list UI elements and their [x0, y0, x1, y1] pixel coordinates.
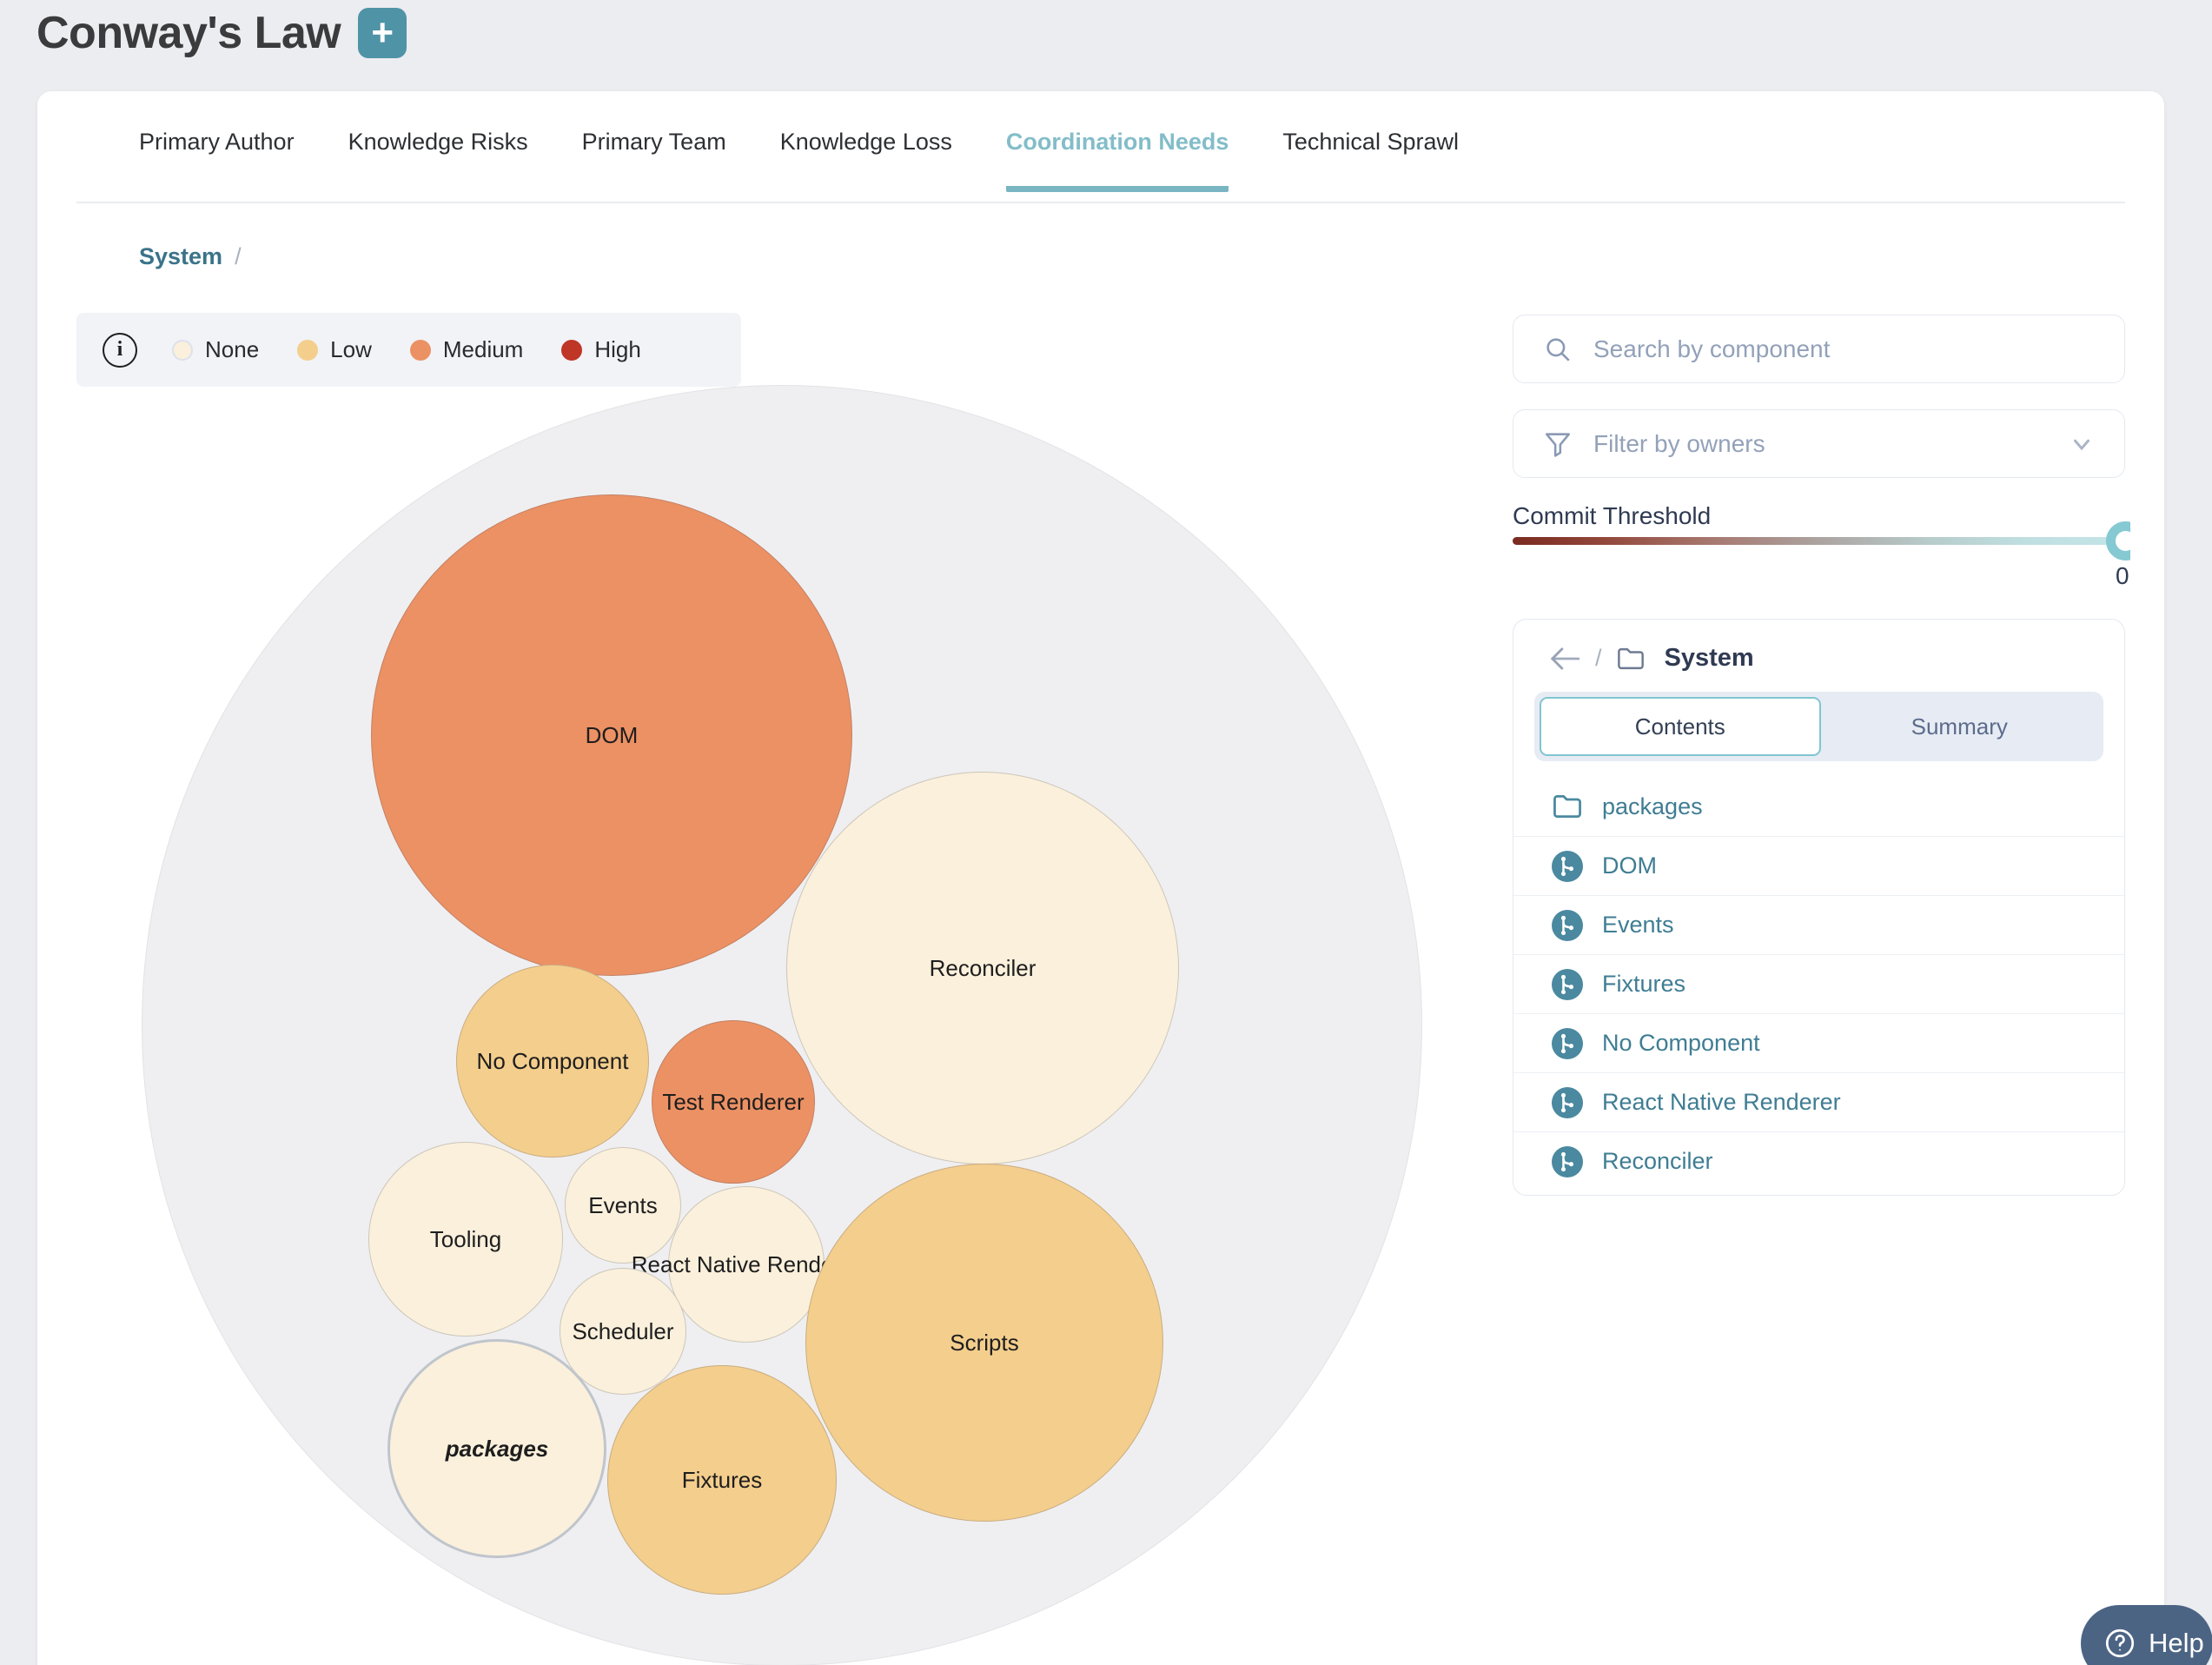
panel-breadcrumb-separator: /	[1595, 645, 1602, 672]
legend-item-low: Low	[297, 336, 372, 363]
collapse-left-icon[interactable]	[1548, 646, 1581, 672]
bubble-dom[interactable]: DOM	[371, 494, 852, 976]
panel-row-events[interactable]: Events	[1513, 895, 2124, 954]
help-label: Help	[2149, 1628, 2204, 1659]
panel-row-fixtures[interactable]: Fixtures	[1513, 954, 2124, 1013]
bubble-label: Test Renderer	[662, 1089, 804, 1116]
legend-bar: i None Low Medium High	[76, 313, 741, 387]
funnel-icon	[1543, 429, 1573, 459]
bubble-label: Events	[588, 1192, 658, 1219]
panel-tab-bar: ContentsSummary	[1534, 692, 2103, 761]
bubble-label: Scripts	[950, 1330, 1018, 1357]
panel-tab-summary[interactable]: Summary	[1821, 697, 2099, 756]
legend-dot-high	[561, 340, 582, 361]
bubble-fixtures[interactable]: Fixtures	[607, 1365, 837, 1595]
component-icon	[1552, 969, 1583, 1000]
panel-row-react-native-renderer[interactable]: React Native Renderer	[1513, 1072, 2124, 1131]
panel-row-label: No Component	[1602, 1030, 1760, 1057]
bubble-label: No Component	[477, 1048, 629, 1075]
component-icon	[1552, 851, 1583, 882]
help-icon	[2103, 1627, 2136, 1660]
bubble-no-component[interactable]: No Component	[456, 965, 649, 1158]
legend-dot-none	[172, 340, 193, 361]
bubble-events[interactable]: Events	[565, 1147, 681, 1264]
search-box[interactable]: Search by component	[1513, 315, 2125, 383]
bubble-label: packages	[446, 1436, 549, 1463]
panel-title: System	[1665, 644, 1754, 673]
panel-row-label: React Native Renderer	[1602, 1089, 1841, 1116]
component-icon	[1552, 910, 1583, 941]
bubble-react-native-renderer[interactable]: React Native Renderer	[668, 1186, 825, 1343]
panel-row-label: Events	[1602, 912, 1674, 939]
panel-contents-list: packages DOM Events Fixtures No Component Rea…	[1513, 777, 2124, 1191]
bubble-tooling[interactable]: Tooling	[368, 1142, 563, 1337]
commit-threshold-slider: 0	[1513, 517, 2130, 613]
search-icon	[1543, 335, 1573, 364]
bubble-label: DOM	[586, 722, 639, 749]
chevron-down-icon[interactable]	[2069, 431, 2095, 457]
panel-row-label: Fixtures	[1602, 971, 1685, 998]
legend-dot-medium	[410, 340, 431, 361]
filter-input[interactable]: Filter by owners	[1593, 430, 2048, 458]
slider-handle[interactable]	[2106, 521, 2130, 561]
legend-label: Low	[330, 336, 372, 363]
slider-value: 0	[2116, 562, 2129, 590]
system-panel-header: / System	[1513, 620, 2124, 673]
component-icon	[1552, 1028, 1583, 1059]
panel-row-packages[interactable]: packages	[1513, 777, 2124, 836]
panel-row-reconciler[interactable]: Reconciler	[1513, 1131, 2124, 1191]
filter-box[interactable]: Filter by owners	[1513, 409, 2125, 478]
component-icon	[1552, 1087, 1583, 1118]
page: Conway's Law + Primary AuthorKnowledge R…	[0, 0, 2212, 1665]
folder-icon	[1616, 646, 1646, 672]
component-icon	[1552, 1146, 1583, 1177]
panel-row-label: packages	[1602, 793, 1703, 820]
legend-item-medium: Medium	[410, 336, 523, 363]
bubble-label: Reconciler	[930, 955, 1036, 982]
legend-label: High	[594, 336, 640, 363]
panel-row-label: DOM	[1602, 852, 1657, 879]
panel-row-label: Reconciler	[1602, 1148, 1713, 1175]
panel-tab-contents[interactable]: Contents	[1540, 697, 1821, 756]
legend-item-none: None	[172, 336, 259, 363]
help-button[interactable]: Help	[2081, 1605, 2212, 1665]
info-icon[interactable]: i	[103, 333, 137, 368]
folder-icon	[1552, 793, 1583, 820]
bubble-label: Fixtures	[682, 1467, 762, 1494]
legend-dot-low	[297, 340, 318, 361]
legend-item-high: High	[561, 336, 640, 363]
bubble-packages[interactable]: packages	[387, 1339, 606, 1558]
legend-label: Medium	[443, 336, 523, 363]
legend-items: None Low Medium High	[172, 336, 641, 363]
slider-track[interactable]	[1513, 537, 2125, 545]
search-input[interactable]: Search by component	[1593, 335, 2095, 363]
legend-label: None	[205, 336, 259, 363]
panel-row-no-component[interactable]: No Component	[1513, 1013, 2124, 1072]
bubble-reconciler[interactable]: Reconciler	[786, 772, 1179, 1164]
bubble-label: Tooling	[430, 1226, 501, 1253]
bubble-test-renderer[interactable]: Test Renderer	[652, 1020, 815, 1184]
system-panel: / System ContentsSummary packages DOM Even…	[1513, 619, 2125, 1196]
bubble-label: Scheduler	[572, 1318, 673, 1345]
bubble-scripts[interactable]: Scripts	[805, 1164, 1163, 1522]
panel-row-dom[interactable]: DOM	[1513, 836, 2124, 895]
